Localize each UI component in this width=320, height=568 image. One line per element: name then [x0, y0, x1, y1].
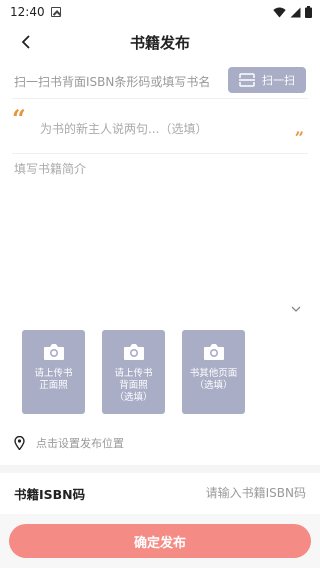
isbn-input[interactable] — [156, 486, 306, 500]
divider — [12, 98, 308, 99]
back-button[interactable] — [14, 30, 38, 54]
page-title: 书籍发布 — [129, 33, 190, 52]
book-message-field[interactable]: “ 为书的新主人说两句...（选填） ” — [0, 103, 320, 153]
close-quote-icon: ” — [294, 128, 304, 147]
photo-upload-list: 请上传书 正面照 请上传书 背面照 （选填） 书其他页面 （选填） — [22, 330, 245, 414]
wifi-icon — [273, 7, 286, 17]
upload-front-photo[interactable]: 请上传书 正面照 — [22, 330, 85, 414]
battery-icon — [305, 6, 312, 18]
camera-icon — [123, 344, 144, 360]
status-time: 12:40 — [10, 5, 45, 19]
status-icons — [273, 6, 312, 18]
upload-front-photo-label: 请上传书 正面照 — [34, 368, 73, 391]
book-search-row: 扫一扫书背面ISBN条形码或填写书名 扫一扫 — [0, 66, 320, 96]
notification-icon — [50, 7, 61, 17]
isbn-label: 书籍ISBN码 — [14, 486, 86, 502]
upload-back-photo[interactable]: 请上传书 背面照 （选填） — [102, 330, 165, 414]
camera-icon — [203, 344, 224, 360]
location-label: 点击设置发布位置 — [36, 437, 124, 450]
book-intro-placeholder: 填写书籍简介 — [14, 162, 87, 176]
isbn-row: 书籍ISBN码 — [0, 476, 320, 510]
book-intro-field[interactable]: 填写书籍简介 — [0, 158, 320, 322]
confirm-publish-button[interactable]: 确定发布 — [9, 524, 311, 558]
upload-back-photo-label: 请上传书 背面照 （选填） — [114, 368, 153, 403]
scan-button[interactable]: 扫一扫 — [228, 67, 306, 93]
scan-button-label: 扫一扫 — [262, 74, 295, 87]
header: 书籍发布 — [0, 24, 320, 60]
set-location-button[interactable]: 点击设置发布位置 — [14, 435, 124, 451]
scan-icon — [239, 73, 255, 87]
location-pin-icon — [14, 436, 25, 450]
status-bar: 12:40 — [0, 0, 320, 24]
signal-icon — [290, 7, 301, 17]
divider — [12, 153, 308, 154]
open-quote-icon: “ — [12, 104, 26, 133]
book-message-placeholder: 为书的新主人说两句...（选填） — [40, 122, 208, 136]
chevron-down-icon[interactable] — [290, 304, 302, 314]
section-divider — [0, 465, 320, 473]
book-search-input[interactable]: 扫一扫书背面ISBN条形码或填写书名 — [14, 73, 210, 90]
camera-icon — [43, 344, 64, 360]
upload-other-pages-photo[interactable]: 书其他页面 （选填） — [182, 330, 245, 414]
upload-other-pages-label: 书其他页面 （选填） — [189, 368, 238, 391]
back-arrow-icon — [21, 35, 30, 49]
